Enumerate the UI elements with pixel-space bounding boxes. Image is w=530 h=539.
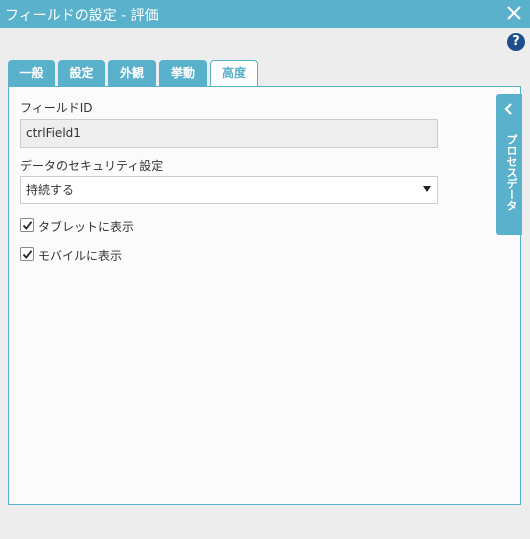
checkmark-icon [22,221,33,230]
tab-general[interactable]: 一般 [8,60,55,87]
dialog-title: フィールドの設定 - 評価 [5,8,159,24]
chevron-left-icon [504,103,512,115]
security-selected-value: 持続する [26,183,75,197]
title-bar: フィールドの設定 - 評価 [0,0,530,28]
advanced-panel: フィールドID ctrlField1 データのセキュリティ設定 持続する タブレ… [8,86,522,505]
security-select[interactable]: 持続する [20,176,438,204]
field-id-input[interactable]: ctrlField1 [20,119,438,148]
close-icon[interactable] [504,3,524,23]
tab-behavior[interactable]: 挙動 [159,60,207,87]
mobile-checkbox[interactable] [20,247,34,261]
dropdown-arrow-icon [423,186,431,192]
tab-appearance[interactable]: 外観 [108,60,156,87]
settings-dialog: フィールドの設定 - 評価 ? 一般 設定 外観 挙動 高度 フィールドID c… [0,0,530,539]
process-data-label: プロセスデータ [505,134,518,211]
checkmark-icon [22,250,33,259]
security-label: データのセキュリティ設定 [20,159,164,173]
mobile-label: モバイルに表示 [38,249,123,263]
tab-settings[interactable]: 設定 [58,60,105,87]
tab-advanced[interactable]: 高度 [210,60,258,88]
help-icon[interactable]: ? [507,33,525,51]
field-id-label: フィールドID [20,101,93,115]
process-data-tab[interactable]: プロセスデータ [496,94,522,235]
tablet-label: タブレットに表示 [38,220,135,234]
tablet-checkbox[interactable] [20,218,34,232]
